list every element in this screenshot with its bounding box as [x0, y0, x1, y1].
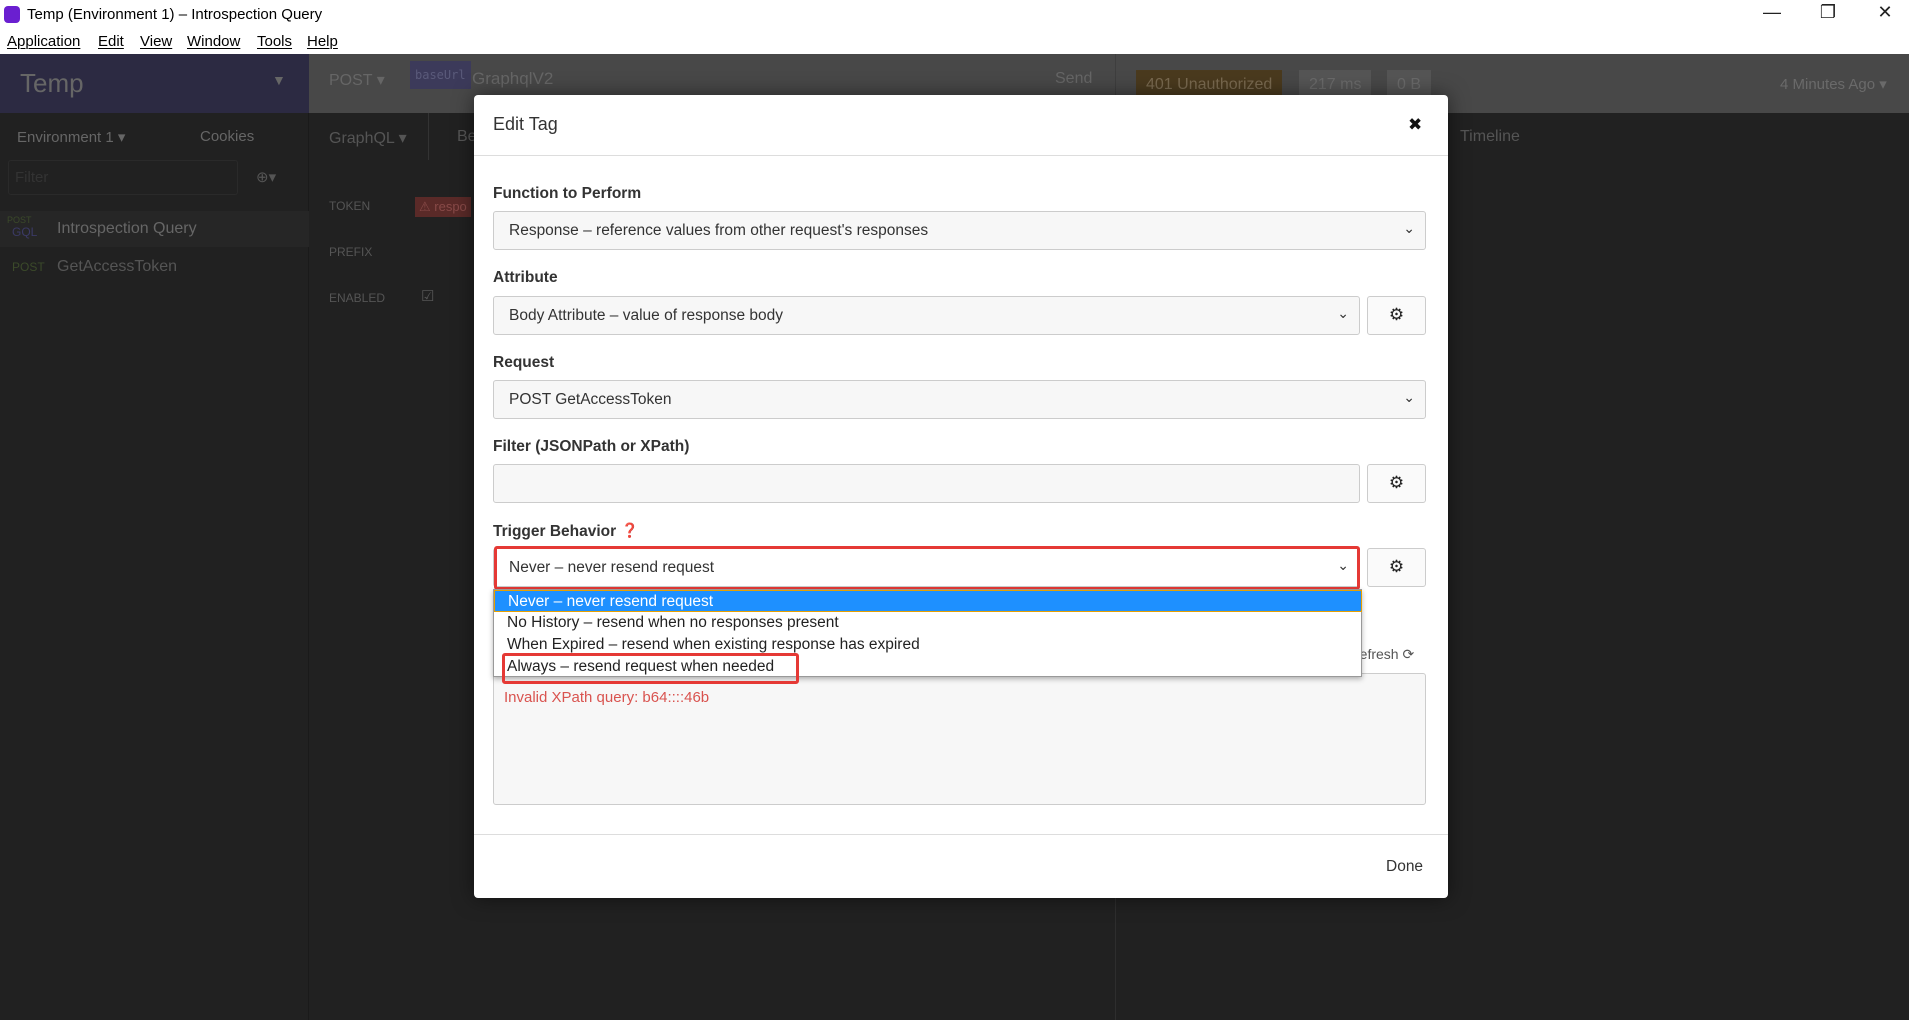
- method-badge: GQL: [12, 225, 38, 239]
- done-button[interactable]: Done: [1386, 858, 1423, 876]
- attribute-select[interactable]: Body Attribute – value of response body ⌄: [493, 296, 1360, 335]
- trigger-settings-button[interactable]: ⚙: [1367, 548, 1426, 587]
- enabled-label: ENABLED: [329, 291, 386, 305]
- url-input[interactable]: GraphqlV2: [472, 69, 553, 89]
- filter-input[interactable]: [493, 464, 1360, 503]
- title-bar: Temp (Environment 1) – Introspection Que…: [0, 0, 1909, 30]
- preview-textarea[interactable]: Invalid XPath query: b64::::46b: [493, 673, 1426, 805]
- modal-title: Edit Tag: [493, 114, 558, 134]
- send-button[interactable]: Send: [1055, 70, 1092, 88]
- function-select[interactable]: Response – reference values from other r…: [493, 211, 1426, 250]
- menu-view[interactable]: View: [140, 33, 172, 50]
- enabled-checkbox[interactable]: ☑: [421, 287, 434, 305]
- filter-label: Filter (JSONPath or XPath): [493, 438, 690, 455]
- sidebar: Environment 1 ▾ Cookies Filter ⊕▾ POST G…: [0, 113, 309, 1020]
- workspace-header[interactable]: Temp ▼: [0, 54, 309, 113]
- restore-button[interactable]: ❐: [1808, 2, 1848, 23]
- menu-application[interactable]: Application: [7, 33, 80, 50]
- chevron-down-icon: ⌄: [1403, 389, 1415, 405]
- workspace-name: Temp: [20, 68, 84, 98]
- base-url-tag[interactable]: baseUrl: [410, 61, 471, 89]
- edit-tag-modal: Edit Tag ✖ Function to Perform Response …: [474, 95, 1448, 898]
- history-dropdown[interactable]: 4 Minutes Ago ▾: [1780, 75, 1887, 93]
- request-item[interactable]: POST GQL Introspection Query: [0, 211, 309, 247]
- request-value: POST GetAccessToken: [509, 391, 672, 408]
- preview-error: Invalid XPath query: b64::::46b: [504, 689, 710, 706]
- attribute-value: Body Attribute – value of response body: [509, 307, 784, 324]
- request-item[interactable]: POST GetAccessToken: [0, 249, 309, 285]
- add-icon[interactable]: ⊕▾: [256, 168, 276, 186]
- menu-edit[interactable]: Edit: [98, 33, 124, 50]
- menu-bar: Application Edit View Window Tools Help: [0, 30, 1909, 54]
- request-select[interactable]: POST GetAccessToken ⌄: [493, 380, 1426, 419]
- tab-body[interactable]: GraphQL ▾: [329, 128, 407, 148]
- filter-input[interactable]: Filter: [8, 160, 238, 195]
- app-logo-icon: [4, 6, 20, 23]
- method-label: POST: [7, 215, 32, 225]
- method-select[interactable]: POST ▾: [329, 70, 385, 90]
- method-badge: POST: [12, 260, 45, 274]
- option-no-history[interactable]: No History – resend when no responses pr…: [494, 612, 1362, 634]
- request-name: Introspection Query: [57, 220, 197, 237]
- gear-icon: ⚙: [1388, 557, 1405, 576]
- attribute-settings-button[interactable]: ⚙: [1367, 296, 1426, 335]
- environment-select[interactable]: Environment 1 ▾: [17, 128, 125, 146]
- menu-tools[interactable]: Tools: [257, 33, 292, 50]
- function-value: Response – reference values from other r…: [509, 222, 929, 239]
- tab-timeline[interactable]: Timeline: [1460, 128, 1520, 146]
- chevron-down-icon: ⌄: [1337, 305, 1349, 321]
- token-tag[interactable]: ⚠ respo: [415, 197, 471, 217]
- highlight-box: [494, 546, 1360, 590]
- refresh-button[interactable]: refresh ⟳: [1355, 646, 1414, 663]
- gear-icon: ⚙: [1388, 305, 1405, 324]
- window-title: Temp (Environment 1) – Introspection Que…: [27, 6, 323, 23]
- chevron-down-icon: ▼: [272, 72, 286, 88]
- modal-header: Edit Tag ✖: [474, 95, 1448, 156]
- close-window-button[interactable]: ✕: [1865, 2, 1905, 23]
- minimize-button[interactable]: —: [1752, 2, 1792, 23]
- chevron-down-icon: ⌄: [1403, 220, 1415, 236]
- trigger-label: Trigger Behavior: [493, 523, 617, 540]
- request-label: Request: [493, 354, 555, 371]
- highlight-box: [502, 653, 799, 684]
- menu-help[interactable]: Help: [307, 33, 338, 50]
- menu-window[interactable]: Window: [187, 33, 240, 50]
- prefix-label: PREFIX: [329, 245, 373, 259]
- filter-settings-button[interactable]: ⚙: [1367, 464, 1426, 503]
- help-icon[interactable]: ❓: [621, 522, 638, 539]
- request-name: GetAccessToken: [57, 258, 178, 275]
- function-label: Function to Perform: [493, 185, 642, 202]
- close-icon[interactable]: ✖: [1408, 115, 1422, 135]
- attribute-label: Attribute: [493, 269, 558, 286]
- gear-icon: ⚙: [1388, 473, 1405, 492]
- option-never[interactable]: Never – never resend request: [494, 590, 1362, 612]
- token-label: TOKEN: [329, 199, 371, 213]
- cookies-button[interactable]: Cookies: [200, 128, 254, 145]
